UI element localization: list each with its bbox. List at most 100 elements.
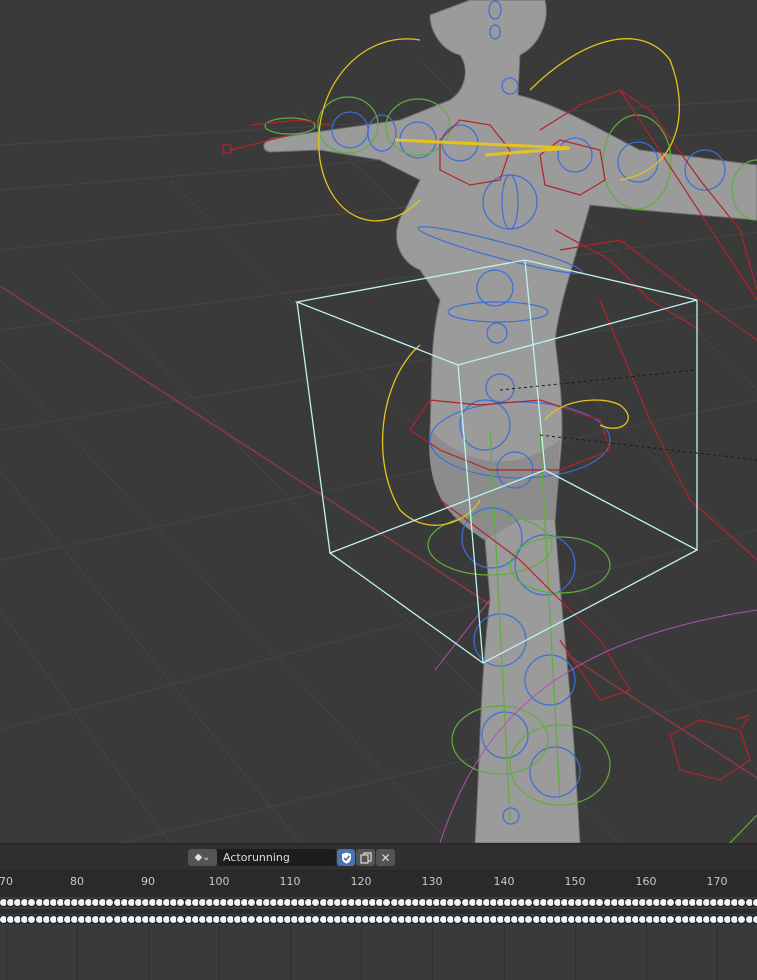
keyframe[interactable] [14,899,21,906]
keyframe[interactable] [64,899,71,906]
keyframe[interactable] [78,916,85,923]
keyframe[interactable] [703,916,710,923]
keyframe[interactable] [753,916,757,923]
keyframe[interactable] [646,916,653,923]
keyframe[interactable] [50,916,57,923]
keyframe[interactable] [426,916,433,923]
keyframe[interactable] [504,916,511,923]
keyframe[interactable] [689,899,696,906]
keyframe[interactable] [717,916,724,923]
keyframe[interactable] [170,916,177,923]
keyframe[interactable] [611,899,618,906]
keyframe[interactable] [696,916,703,923]
keyframe[interactable] [618,916,625,923]
keyframe[interactable] [149,899,156,906]
keyframe[interactable] [369,916,376,923]
keyframe[interactable] [731,916,738,923]
keyframe[interactable] [746,899,753,906]
keyframe[interactable] [504,899,511,906]
keyframe[interactable] [497,899,504,906]
keyframe[interactable] [327,899,334,906]
keyframe[interactable] [547,899,554,906]
dopesheet-channel-region[interactable] [0,893,757,980]
keyframe[interactable] [419,899,426,906]
keyframe[interactable] [355,899,362,906]
keyframe[interactable] [312,916,319,923]
action-keyframe-row[interactable] [0,914,757,926]
keyframe[interactable] [99,916,106,923]
keyframe[interactable] [50,899,57,906]
keyframe[interactable] [135,916,142,923]
keyframe[interactable] [724,916,731,923]
keyframe[interactable] [746,916,753,923]
keyframe[interactable] [206,916,213,923]
keyframe[interactable] [753,899,757,906]
keyframe[interactable] [391,899,398,906]
keyframe[interactable] [447,899,454,906]
keyframe[interactable] [618,899,625,906]
keyframe[interactable] [0,899,7,906]
keyframe[interactable] [575,916,582,923]
keyframe[interactable] [675,899,682,906]
action-name-field[interactable]: Actorunning [217,849,336,866]
keyframe[interactable] [213,916,220,923]
keyframe[interactable] [36,899,43,906]
keyframe[interactable] [405,916,412,923]
keyframe[interactable] [234,899,241,906]
keyframe[interactable] [220,916,227,923]
keyframe[interactable] [298,899,305,906]
keyframe[interactable] [192,916,199,923]
keyframe[interactable] [561,899,568,906]
keyframe[interactable] [78,899,85,906]
keyframe[interactable] [334,916,341,923]
keyframe[interactable] [355,916,362,923]
keyframe[interactable] [639,916,646,923]
keyframe[interactable] [106,916,113,923]
keyframe[interactable] [667,916,674,923]
keyframe[interactable] [682,916,689,923]
keyframe[interactable] [177,899,184,906]
keyframe[interactable] [568,916,575,923]
keyframe[interactable] [398,916,405,923]
keyframe[interactable] [717,899,724,906]
keyframe[interactable] [121,899,128,906]
keyframe[interactable] [625,916,632,923]
keyframe[interactable] [320,916,327,923]
keyframe[interactable] [483,899,490,906]
3d-viewport[interactable] [0,0,757,843]
keyframe[interactable] [256,916,263,923]
keyframe[interactable] [114,916,121,923]
keyframe[interactable] [476,899,483,906]
keyframe[interactable] [21,899,28,906]
keyframe[interactable] [156,899,163,906]
keyframe[interactable] [170,899,177,906]
keyframe[interactable] [199,916,206,923]
keyframe[interactable] [270,899,277,906]
keyframe[interactable] [454,916,461,923]
keyframe[interactable] [99,899,106,906]
keyframe[interactable] [462,916,469,923]
keyframe[interactable] [291,899,298,906]
keyframe[interactable] [639,899,646,906]
keyframe[interactable] [469,899,476,906]
keyframe[interactable] [511,916,518,923]
keyframe[interactable] [611,916,618,923]
keyframe[interactable] [43,899,50,906]
keyframe[interactable] [263,916,270,923]
keyframe[interactable] [703,899,710,906]
keyframe[interactable] [248,899,255,906]
keyframe[interactable] [57,916,64,923]
keyframe[interactable] [213,899,220,906]
keyframe[interactable] [582,899,589,906]
keyframe[interactable] [362,916,369,923]
keyframe[interactable] [383,916,390,923]
keyframe[interactable] [667,899,674,906]
keyframe[interactable] [334,899,341,906]
keyframe[interactable] [540,899,547,906]
keyframe[interactable] [57,899,64,906]
keyframe[interactable] [710,899,717,906]
keyframe[interactable] [64,916,71,923]
action-editor-mode-icon[interactable]: ◆⌄ [188,849,217,866]
keyframe[interactable] [121,916,128,923]
keyframe[interactable] [376,916,383,923]
